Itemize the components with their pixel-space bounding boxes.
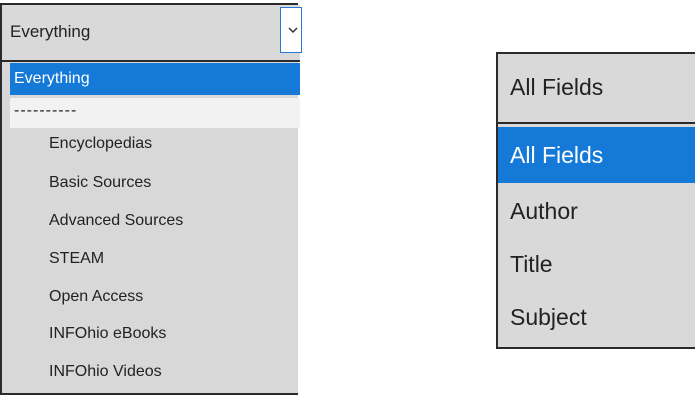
- collection-option-advanced-sources[interactable]: Advanced Sources: [10, 206, 300, 236]
- field-dropdown[interactable]: All Fields All Fields Author Title Subje…: [496, 52, 695, 349]
- collection-dropdown-toggle[interactable]: [280, 7, 302, 53]
- field-select-box[interactable]: All Fields: [498, 54, 695, 124]
- canvas: Everything Everything ---------- Encyclo…: [0, 0, 695, 398]
- field-option-author[interactable]: Author: [498, 183, 695, 239]
- collection-option-everything[interactable]: Everything: [10, 63, 300, 95]
- collection-selected-value: Everything: [10, 22, 91, 41]
- collection-dropdown[interactable]: Everything Everything ---------- Encyclo…: [0, 3, 302, 395]
- chevron-down-icon: [288, 27, 298, 33]
- collection-select-box[interactable]: Everything: [2, 5, 302, 62]
- collection-option-encyclopedias[interactable]: Encyclopedias: [10, 129, 300, 159]
- collection-option-infohio-ebooks[interactable]: INFOhio eBooks: [10, 319, 300, 349]
- collection-option-infohio-videos[interactable]: INFOhio Videos: [10, 357, 300, 387]
- collection-option-steam[interactable]: STEAM: [10, 244, 300, 274]
- field-option-title[interactable]: Title: [498, 236, 695, 292]
- field-option-all-fields[interactable]: All Fields: [498, 127, 695, 183]
- field-selected-value: All Fields: [510, 74, 604, 100]
- field-option-subject[interactable]: Subject: [498, 289, 695, 345]
- collection-option-open-access[interactable]: Open Access: [10, 282, 300, 312]
- collection-option-separator: ----------: [10, 98, 300, 128]
- collection-option-basic-sources[interactable]: Basic Sources: [10, 168, 300, 198]
